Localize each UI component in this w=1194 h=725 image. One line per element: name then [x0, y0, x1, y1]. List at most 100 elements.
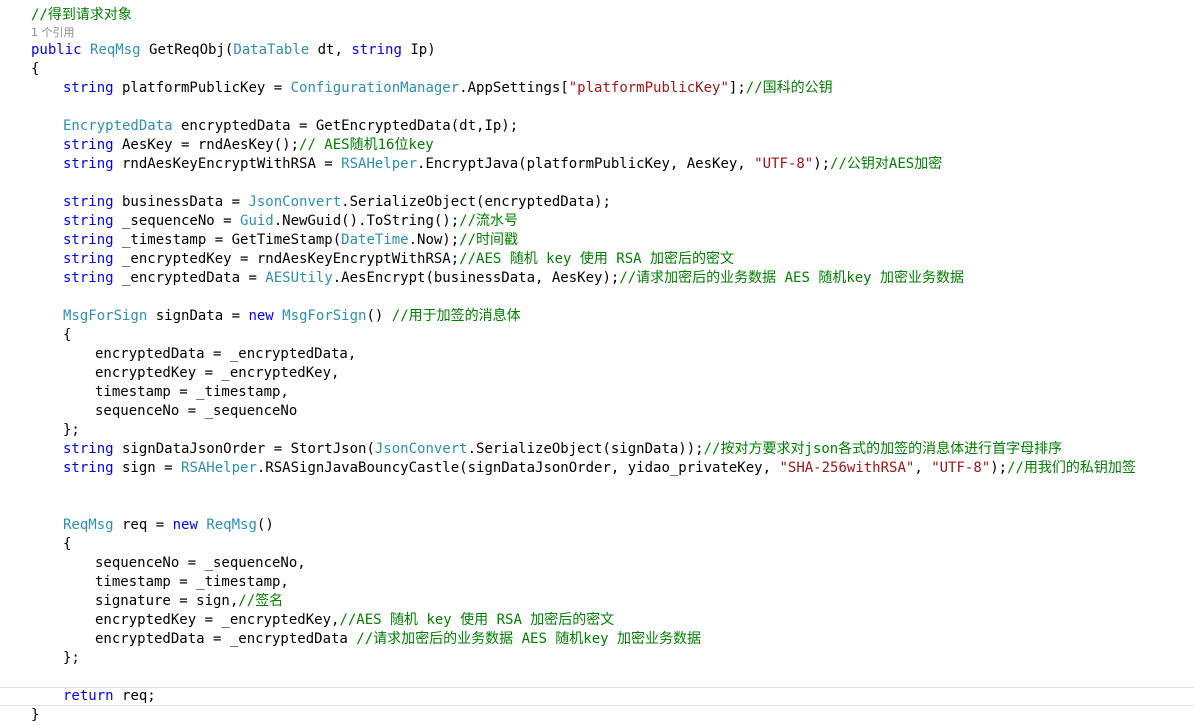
code-text: signData = [147, 308, 249, 324]
code-text: encryptedData = _encryptedData [95, 631, 357, 647]
code-editor[interactable]: //得到请求对象 1 个引用 public ReqMsg GetReqObj(Dat… [0, 6, 1194, 725]
code-line: string _encryptedKey = rndAesKeyEncryptW… [0, 250, 1194, 269]
code-line: string _encryptedData = AESUtily.AesEncr… [0, 269, 1194, 288]
code-comment: //用于加签的消息体 [391, 308, 521, 324]
code-type: JsonConvert [248, 194, 342, 210]
code-text: () [366, 308, 392, 324]
code-line: string _timestamp = GetTimeStamp(DateTim… [0, 231, 1194, 250]
code-line: { [0, 535, 1194, 554]
code-keyword: string [63, 80, 114, 96]
code-line: string businessData = JsonConvert.Serial… [0, 193, 1194, 212]
code-comment: //AES 随机 key 使用 RSA 加密后的密文 [459, 251, 735, 267]
code-line: EncryptedData encryptedData = GetEncrypt… [0, 117, 1194, 136]
code-line: timestamp = _timestamp, [0, 573, 1194, 592]
code-keyword: public [31, 42, 91, 58]
code-keyword: string [63, 441, 114, 457]
code-type: MsgForSign [63, 308, 148, 324]
code-type: RSAHelper [341, 156, 418, 172]
code-text: GetReqObj( [140, 42, 234, 58]
code-line: string sign = RSAHelper.RSASignJavaBounc… [0, 459, 1194, 478]
code-keyword: new [172, 517, 207, 533]
code-string: "UTF-8" [754, 156, 814, 172]
code-keyword: return [63, 688, 123, 704]
code-text: }; [63, 650, 80, 666]
code-text: encryptedKey = _encryptedKey, [95, 365, 340, 381]
code-text: timestamp = _timestamp, [95, 384, 289, 400]
code-text: .EncryptJava(platformPublicKey, AesKey, [417, 156, 755, 172]
code-keyword: string [351, 42, 402, 58]
code-comment: //AES 随机 key 使用 RSA 加密后的密文 [339, 612, 615, 628]
code-line: string AesKey = rndAesKey();// AES随机16位k… [0, 136, 1194, 155]
code-type: DataTable [233, 42, 310, 58]
code-text: sequenceNo = _sequenceNo, [95, 555, 306, 571]
code-line: string rndAesKeyEncryptWithRSA = RSAHelp… [0, 155, 1194, 174]
code-text: .Now); [408, 232, 460, 248]
code-string: "UTF-8" [931, 460, 991, 476]
code-text: .AesEncrypt(businessData, AesKey); [332, 270, 620, 286]
code-keyword: string [63, 137, 114, 153]
code-text: Ip) [401, 42, 436, 58]
code-text: _encryptedKey = rndAesKeyEncryptWithRSA; [113, 251, 460, 267]
code-comment: //请求加密后的业务数据 AES 随机key 加密业务数据 [619, 270, 965, 286]
code-text: platformPublicKey = [113, 80, 291, 96]
code-type: ReqMsg [63, 517, 114, 533]
code-comment: // AES随机16位key [299, 137, 434, 153]
code-keyword: string [63, 251, 114, 267]
code-comment: //用我们的私钥加签 [1007, 460, 1136, 476]
code-keyword: string [63, 213, 114, 229]
code-keyword: string [63, 194, 114, 210]
code-keyword: string [63, 460, 114, 476]
code-keyword: string [63, 232, 114, 248]
code-line: //得到请求对象 [0, 6, 1194, 25]
code-text: encryptedKey = _encryptedKey, [95, 612, 340, 628]
code-line: { [0, 60, 1194, 79]
code-type: ConfigurationManager [290, 80, 460, 96]
code-text: sign = [113, 460, 182, 476]
code-comment: //国科的公钥 [745, 80, 833, 96]
code-text: _sequenceNo = [113, 213, 241, 229]
code-type: Guid [240, 213, 274, 229]
codelens-references[interactable]: 1 个引用 [0, 25, 1194, 41]
code-line: signature = sign,//签名 [0, 592, 1194, 611]
code-text: .RSASignJavaBouncyCastle(signDataJsonOrd… [256, 460, 780, 476]
code-text: { [63, 327, 72, 343]
code-line: } [0, 706, 1194, 725]
code-text: () [256, 517, 274, 533]
code-type: ReqMsg [206, 517, 257, 533]
code-keyword: string [63, 270, 114, 286]
code-comment: //得到请求对象 [31, 7, 132, 23]
code-type: EncryptedData [63, 118, 173, 134]
code-text: businessData = [113, 194, 249, 210]
code-text: rndAesKeyEncryptWithRSA = [113, 156, 342, 172]
code-line: }; [0, 649, 1194, 668]
code-text: req; [122, 688, 156, 704]
code-comment: //公钥对AES加密 [830, 156, 943, 172]
code-line: encryptedKey = _encryptedKey,//AES 随机 ke… [0, 611, 1194, 630]
code-line: string _sequenceNo = Guid.NewGuid().ToSt… [0, 212, 1194, 231]
code-line: return req; [0, 687, 1194, 706]
code-comment: //请求加密后的业务数据 AES 随机key 加密业务数据 [356, 631, 702, 647]
code-type: MsgForSign [282, 308, 367, 324]
code-text: signDataJsonOrder = StortJson( [113, 441, 375, 457]
code-keyword: string [63, 156, 114, 172]
code-line: public ReqMsg GetReqObj(DataTable dt, st… [0, 41, 1194, 60]
code-text: encryptedData = GetEncryptedData(dt,Ip); [172, 118, 519, 134]
code-line: encryptedData = _encryptedData, [0, 345, 1194, 364]
code-line: }; [0, 421, 1194, 440]
code-text: ); [990, 460, 1008, 476]
code-text: ); [813, 156, 831, 172]
code-text: { [63, 536, 72, 552]
code-type: ReqMsg [90, 42, 141, 58]
code-line: ReqMsg req = new ReqMsg() [0, 516, 1194, 535]
code-line: { [0, 326, 1194, 345]
code-text: dt, [309, 42, 352, 58]
code-text: .SerializeObject(encryptedData); [341, 194, 611, 210]
code-comment: //流水号 [459, 213, 519, 229]
code-text: .SerializeObject(signData)); [467, 441, 704, 457]
code-text: signature = sign, [95, 593, 239, 609]
code-line: timestamp = _timestamp, [0, 383, 1194, 402]
